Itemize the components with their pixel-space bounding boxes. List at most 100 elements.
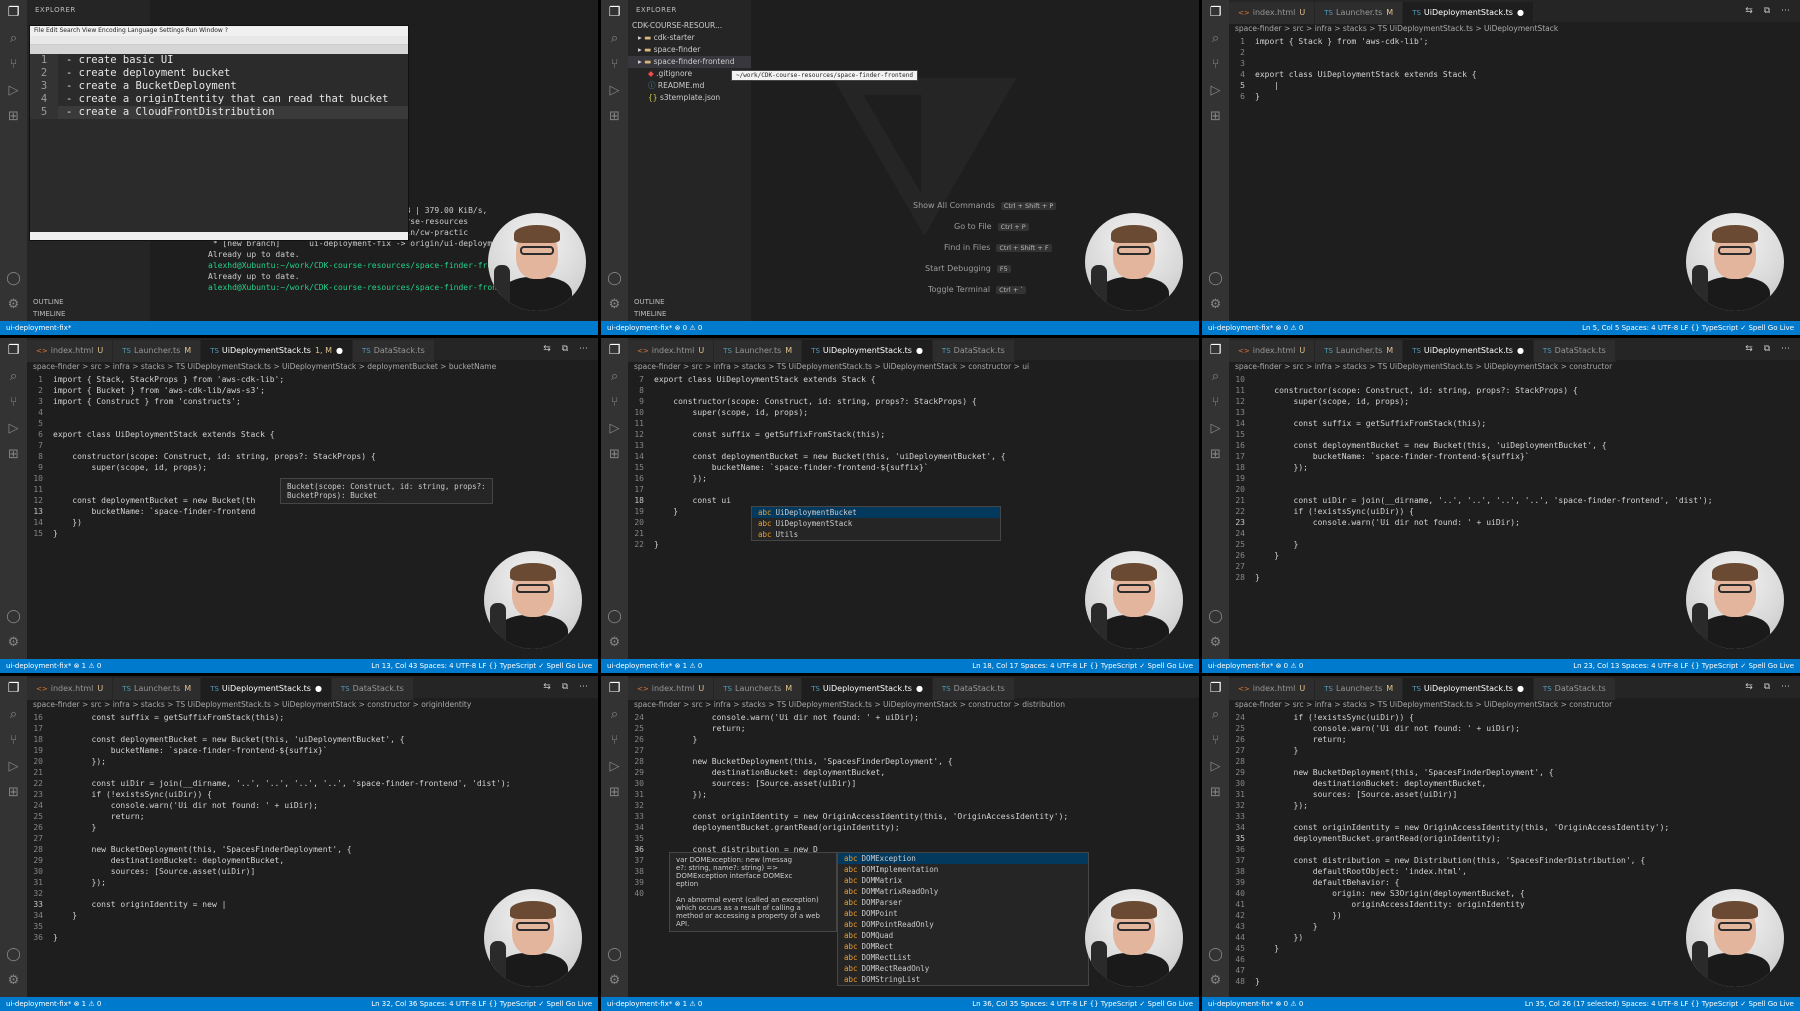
code-line[interactable]: 29 new BucketDeployment(this, 'SpacesFin… <box>1229 767 1800 778</box>
account-icon[interactable]: ◯ <box>5 270 22 287</box>
tab-launcher[interactable]: TS Launcher.ts M <box>1315 2 1404 24</box>
search-icon[interactable]: ⌕ <box>606 706 623 723</box>
code-line[interactable]: 35 deploymentBucket.grantRead(originIden… <box>1229 833 1800 844</box>
tree-item[interactable]: ▸ ▬ cdk-starter <box>628 32 751 44</box>
cursor-position[interactable]: Ln 36, Col 35 Spaces: 4 UTF-8 LF {} Type… <box>972 997 1193 1011</box>
suggestion-item[interactable]: abc DOMImplementation <box>838 864 1088 875</box>
tab-index-html[interactable]: <> index.html U <box>27 678 114 700</box>
code-line[interactable]: 33 <box>1229 811 1800 822</box>
code-line[interactable]: 39 defaultBehavior: { <box>1229 877 1800 888</box>
tree-item[interactable]: ⓘ README.md <box>628 80 751 92</box>
code-line[interactable]: 25 } <box>1229 539 1800 550</box>
account-icon[interactable]: ◯ <box>1207 946 1224 963</box>
account-icon[interactable]: ◯ <box>1207 270 1224 287</box>
code-line[interactable]: 20 }); <box>27 756 598 767</box>
code-line[interactable]: 21 const uiDir = join(__dirname, '..', '… <box>1229 495 1800 506</box>
code-line[interactable]: 17 bucketName: `space-finder-frontend-${… <box>1229 451 1800 462</box>
editor-actions-icon[interactable]: ⇆ ⧉ ⋯ <box>543 676 592 698</box>
code-line[interactable]: 31 }); <box>628 789 1199 800</box>
code-line[interactable]: 25 return; <box>628 723 1199 734</box>
shortcut-go-to-file[interactable]: Go to File Ctrl + P <box>954 222 1029 231</box>
code-line[interactable]: 30 sources: [Source.asset(uiDir)] <box>628 778 1199 789</box>
breadcrumb[interactable]: space-finder > src > infra > stacks > TS… <box>634 360 1029 374</box>
tab-launcher[interactable]: TS Launcher.ts M <box>1315 678 1404 700</box>
suggestion-item[interactable]: abc UiDeploymentBucket <box>752 507 1000 518</box>
code-line[interactable]: 11 constructor(scope: Construct, id: str… <box>1229 385 1800 396</box>
code-line[interactable]: 2 import { Bucket } from 'aws-cdk-lib/aws… <box>27 385 598 396</box>
gear-icon[interactable]: ⚙ <box>1207 634 1224 651</box>
editor-actions-icon[interactable]: ⇆ ⧉ ⋯ <box>543 338 592 360</box>
source-control-icon[interactable]: ⑂ <box>606 732 623 749</box>
code-line[interactable]: 18 const ui <box>628 495 1199 506</box>
code-line[interactable]: 14 const suffix = getSuffixFromStack(thi… <box>1229 418 1800 429</box>
code-line[interactable]: 24 console.warn('Ui dir not found: ' + u… <box>628 712 1199 723</box>
code-line[interactable]: 32 }); <box>1229 800 1800 811</box>
suggestion-item[interactable]: abc DOMPoint <box>838 908 1088 919</box>
code-line[interactable]: 30 sources: [Source.asset(uiDir)] <box>27 866 598 877</box>
tab-ui-deployment-stack[interactable]: TS UiDeploymentStack.ts ● <box>1403 2 1534 24</box>
extensions-icon[interactable]: ⊞ <box>1207 784 1224 801</box>
tab-index-html[interactable]: <> index.html U <box>1229 340 1316 362</box>
code-line[interactable]: 25 return; <box>27 811 598 822</box>
code-line[interactable]: 13 <box>628 440 1199 451</box>
tree-item[interactable]: {} s3template.json <box>628 92 751 104</box>
code-line[interactable]: 27 } <box>1229 745 1800 756</box>
breadcrumb[interactable]: space-finder > src > infra > stacks > TS… <box>1235 22 1558 36</box>
code-line[interactable]: 10 <box>1229 374 1800 385</box>
code-line[interactable]: 1 import { Stack, StackProps } from 'aws-… <box>27 374 598 385</box>
outline-section[interactable]: OUTLINE <box>628 296 751 308</box>
suggest-widget[interactable]: abc DOMException abc DOMImplementation abc DO… <box>837 852 1089 986</box>
files-icon[interactable]: ❐ <box>5 342 22 359</box>
code-line[interactable]: 26 } <box>628 734 1199 745</box>
gear-icon[interactable]: ⚙ <box>606 972 623 989</box>
tab-ui-deployment-stack[interactable]: TS UiDeploymentStack.ts ● <box>201 678 332 700</box>
account-icon[interactable]: ◯ <box>606 608 623 625</box>
files-icon[interactable]: ❐ <box>606 4 623 21</box>
code-line[interactable]: 35 <box>628 833 1199 844</box>
code-line[interactable]: 23 console.warn('Ui dir not found: ' + u… <box>1229 517 1800 528</box>
outline-section[interactable]: OUTLINE <box>27 296 150 308</box>
tab-data-stack[interactable]: TS DataStack.ts <box>932 340 1015 362</box>
code-line[interactable]: 26 return; <box>1229 734 1800 745</box>
code-line[interactable]: 1 import { Stack } from 'aws-cdk-lib'; <box>1229 36 1800 47</box>
code-line[interactable]: 8 constructor(scope: Construct, id: stri… <box>27 451 598 462</box>
source-control-icon[interactable]: ⑂ <box>1207 394 1224 411</box>
run-debug-icon[interactable]: ▷ <box>1207 82 1224 99</box>
tab-data-stack[interactable]: TS DataStack.ts <box>932 678 1015 700</box>
tree-root[interactable]: CDK-COURSE-RESOUR... <box>628 20 751 32</box>
branch-label[interactable]: ui-deployment-fix* ⊗ 1 ⚠ 0 <box>607 997 702 1011</box>
suggestion-item[interactable]: abc DOMPointReadOnly <box>838 919 1088 930</box>
source-control-icon[interactable]: ⑂ <box>5 732 22 749</box>
code-line[interactable]: 36 <box>1229 844 1800 855</box>
code-line[interactable]: 18 const deploymentBucket = new Bucket(t… <box>27 734 598 745</box>
source-control-icon[interactable]: ⑂ <box>606 394 623 411</box>
source-control-icon[interactable]: ⑂ <box>1207 732 1224 749</box>
code-line[interactable]: 4 <box>27 407 598 418</box>
extensions-icon[interactable]: ⊞ <box>606 784 623 801</box>
code-line[interactable]: 19 bucketName: `space-finder-frontend-${… <box>27 745 598 756</box>
code-line[interactable]: 5 | <box>1229 80 1800 91</box>
run-debug-icon[interactable]: ▷ <box>5 758 22 775</box>
code-line[interactable]: 4 export class UiDeploymentStack extends … <box>1229 69 1800 80</box>
code-line[interactable]: 25 console.warn('Ui dir not found: ' + u… <box>1229 723 1800 734</box>
branch-label[interactable]: ui-deployment-fix* ⊗ 1 ⚠ 0 <box>6 997 101 1011</box>
code-line[interactable]: 6} <box>1229 91 1800 102</box>
tab-data-stack[interactable]: TS DataStack.ts <box>331 678 414 700</box>
code-line[interactable]: 28 <box>1229 756 1800 767</box>
code-line[interactable]: 23 if (!existsSync(uiDir)) { <box>27 789 598 800</box>
code-line[interactable]: 9 constructor(scope: Construct, id: stri… <box>628 396 1199 407</box>
search-icon[interactable]: ⌕ <box>606 368 623 385</box>
code-line[interactable]: 20 <box>1229 484 1800 495</box>
extensions-icon[interactable]: ⊞ <box>5 108 22 125</box>
gear-icon[interactable]: ⚙ <box>5 972 22 989</box>
run-debug-icon[interactable]: ▷ <box>1207 420 1224 437</box>
run-debug-icon[interactable]: ▷ <box>606 82 623 99</box>
run-debug-icon[interactable]: ▷ <box>1207 758 1224 775</box>
code-line[interactable]: 33 const originIdentity = new OriginAcce… <box>628 811 1199 822</box>
tab-ui-deployment-stack[interactable]: TS UiDeploymentStack.ts ● <box>802 678 933 700</box>
code-line[interactable]: 9 super(scope, id, props); <box>27 462 598 473</box>
extensions-icon[interactable]: ⊞ <box>606 108 623 125</box>
extensions-icon[interactable]: ⊞ <box>1207 446 1224 463</box>
code-line[interactable]: 24 <box>1229 528 1800 539</box>
account-icon[interactable]: ◯ <box>5 946 22 963</box>
